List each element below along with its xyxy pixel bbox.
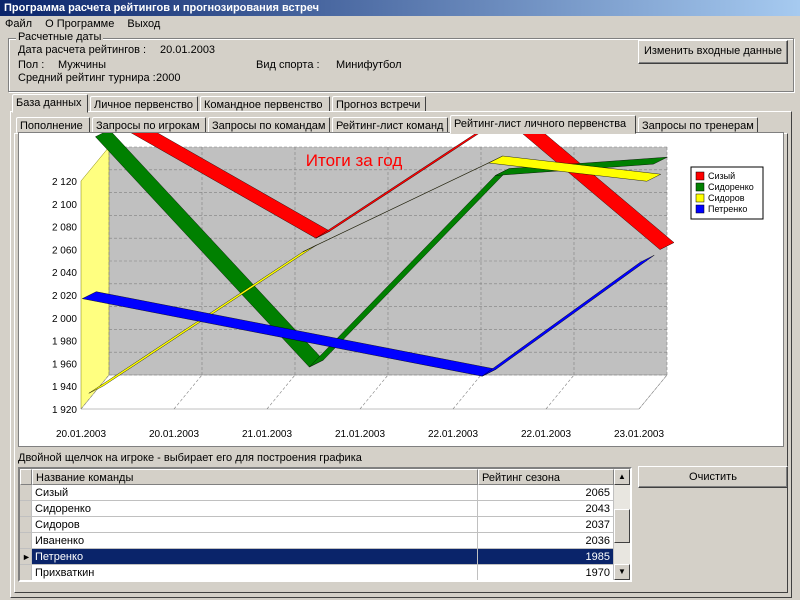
row-indicator (20, 533, 32, 549)
tab-replenish[interactable]: Пополнение (16, 117, 90, 133)
legend-label: Петренко (708, 204, 747, 214)
gender-label: Пол : (18, 59, 45, 71)
legend-label: Сизый (708, 171, 735, 181)
y-tick-label: 1 960 (52, 359, 77, 370)
team-name-cell: Сидоренко (32, 501, 478, 517)
y-tick-label: 2 040 (52, 268, 77, 279)
sport-label: Вид спорта : (256, 59, 320, 71)
rating-cell: 2036 (478, 533, 614, 549)
row-indicator (20, 485, 32, 501)
menu-about[interactable]: О Программе (40, 16, 119, 32)
legend-label: Сидоров (708, 193, 745, 203)
y-tick-label: 1 920 (52, 405, 77, 416)
legend-label: Сидоренко (708, 182, 754, 192)
tab-database[interactable]: База данных (12, 94, 88, 113)
y-tick-label: 1 940 (52, 382, 77, 393)
tab-player-queries[interactable]: Запросы по игрокам (92, 117, 206, 133)
tab-personal[interactable]: Личное первенство (90, 96, 198, 112)
change-input-button[interactable]: Изменить входные данные (638, 40, 788, 64)
team-name-cell: Иваненко (32, 533, 478, 549)
y-tick-label: 2 060 (52, 245, 77, 256)
row-indicator: ► (20, 549, 32, 565)
legend-swatch (695, 204, 705, 214)
scroll-up-button[interactable]: ▲ (614, 469, 630, 485)
y-tick-label: 1 980 (52, 337, 77, 348)
row-indicator (20, 565, 32, 580)
rating-cell: 1970 (478, 565, 614, 580)
menu-file[interactable]: Файл (0, 16, 37, 32)
tab-forecast[interactable]: Прогноз встречи (332, 96, 426, 112)
rating-cell: 2043 (478, 501, 614, 517)
legend-swatch (695, 182, 705, 192)
tab-team-rating[interactable]: Рейтинг-лист команд (332, 117, 448, 133)
y-tick-label: 2 100 (52, 200, 77, 211)
tab-team[interactable]: Командное первенство (200, 96, 330, 112)
table-row[interactable]: Сидоренко 2043 (20, 501, 614, 517)
rating-cell: 2065 (478, 485, 614, 501)
table-row[interactable]: ► Петренко 1985 (20, 549, 614, 565)
avg-rating-value: 2000 (156, 72, 181, 84)
row-indicator (20, 517, 32, 533)
chart-title: Итоги за год (306, 151, 403, 170)
menu-exit[interactable]: Выход (122, 16, 165, 32)
y-tick-label: 2 080 (52, 223, 77, 234)
sport-value: Минифутбол (336, 59, 402, 71)
table-header: Название команды Рейтинг сезона (20, 469, 614, 485)
x-tick-label: 22.01.2003 (521, 429, 571, 440)
team-name-cell: Петренко (32, 549, 478, 565)
scroll-down-button[interactable]: ▼ (614, 564, 630, 580)
table-row[interactable]: Сидоров 2037 (20, 517, 614, 533)
chart-area: 1 920 1 940 1 960 1 980 2 000 2 020 2 040 2 060… (18, 108, 784, 447)
x-tick-label: 21.01.2003 (242, 429, 292, 440)
rating-cell: 2037 (478, 517, 614, 533)
table-row[interactable]: Иваненко 2036 (20, 533, 614, 549)
x-tick-label: 23.01.2003 (614, 429, 664, 440)
gender-value: Мужчины (58, 59, 107, 71)
clear-button[interactable]: Очистить (638, 466, 788, 488)
rating-cell: 1985 (478, 549, 614, 565)
chart-side-wall (80, 146, 110, 410)
avg-rating-label: Средний рейтинг турнира : (18, 72, 156, 84)
tab-team-queries[interactable]: Запросы по командам (208, 117, 330, 133)
y-tick-label: 2 120 (52, 177, 77, 188)
legend-swatch (695, 193, 705, 203)
x-tick-label: 21.01.2003 (335, 429, 385, 440)
calc-date-label: Дата расчета рейтингов : (18, 44, 147, 56)
dates-group-caption: Расчетные даты (16, 31, 104, 43)
window-title: Программа расчета рейтингов и прогнозиро… (0, 0, 800, 16)
table-row[interactable]: Прихваткин 1970 (20, 565, 614, 580)
row-indicator-header (20, 469, 32, 485)
calc-date-value: 20.01.2003 (160, 44, 216, 56)
team-name-cell: Сидоров (32, 517, 478, 533)
rating-chart: 1 920 1 940 1 960 1 980 2 000 2 020 2 040 2 060… (52, 108, 764, 440)
x-tick-label: 20.01.2003 (149, 429, 199, 440)
table-scrollbar[interactable]: ▲ ▼ (614, 469, 630, 580)
x-tick-label: 20.01.2003 (56, 429, 106, 440)
scroll-thumb[interactable] (614, 509, 630, 543)
x-tick-label: 22.01.2003 (428, 429, 478, 440)
team-table: Название команды Рейтинг сезона Сизый 206… (18, 467, 632, 582)
column-header-name[interactable]: Название команды (32, 469, 478, 485)
team-name-cell: Сизый (32, 485, 478, 501)
selection-hint: Двойной щелчок на игроке - выбирает его … (18, 452, 362, 464)
column-header-rating[interactable]: Рейтинг сезона (478, 469, 614, 485)
y-tick-label: 2 000 (52, 314, 77, 325)
menu-bar: Файл О Программе Выход (0, 16, 800, 32)
team-name-cell: Прихваткин (32, 565, 478, 580)
tab-coach-queries[interactable]: Запросы по тренерам (638, 117, 758, 133)
legend-swatch (695, 171, 705, 181)
y-tick-label: 2 020 (52, 291, 77, 302)
tab-personal-rating[interactable]: Рейтинг-лист личного первенства (450, 115, 636, 134)
table-row[interactable]: Сизый 2065 (20, 485, 614, 501)
row-indicator (20, 501, 32, 517)
